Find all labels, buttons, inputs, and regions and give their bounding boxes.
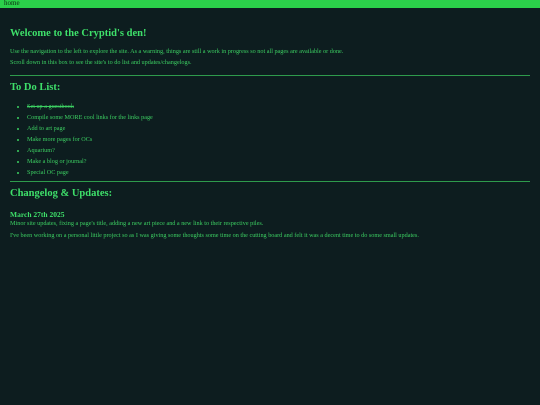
changelog-entry-date: March 27th 2025 [10, 210, 65, 219]
todo-item-label: Special OC page [27, 169, 69, 176]
page-title: Welcome to the Cryptid's den! [10, 28, 147, 39]
todo-item-special-oc: Special OC page [27, 167, 530, 178]
changelog-entry-text: Minor site updates, fixing a page's titl… [10, 220, 264, 227]
todo-item-oc-pages: Make more pages for OCs [27, 134, 530, 145]
todo-item-label: Make a blog or journal? [27, 158, 87, 165]
todo-item-blog: Make a blog or journal? [27, 156, 530, 167]
section-divider [10, 75, 530, 76]
todo-heading: To Do List: [10, 82, 61, 93]
todo-item-label: Compile some MORE cool links for the lin… [27, 114, 153, 121]
changelog-heading: Changelog & Updates: [10, 188, 113, 199]
todo-list: Set up a guestbook Compile some MORE coo… [10, 101, 530, 178]
todo-item-art: Add to art page [27, 123, 530, 134]
section-divider [10, 181, 530, 182]
changelog-entry-text: I've been working on a personal little p… [10, 232, 419, 239]
intro-text-scroll: Scroll down in this box to see the site'… [10, 59, 192, 66]
todo-item-guestbook: Set up a guestbook [27, 101, 530, 112]
todo-item-label: Add to art page [27, 125, 66, 132]
todo-item-label: Aquarium? [27, 147, 55, 154]
home-link[interactable]: home [4, 0, 20, 8]
todo-item-label: Set up a guestbook [27, 103, 74, 110]
intro-text-navigation: Use the navigation to the left to explor… [10, 48, 344, 55]
todo-item-label: Make more pages for OCs [27, 136, 93, 143]
top-nav-bar: home [0, 0, 540, 8]
todo-item-aquarium: Aquarium? [27, 145, 530, 156]
main-content-box[interactable]: Welcome to the Cryptid's den! Use the na… [10, 8, 530, 240]
todo-item-links: Compile some MORE cool links for the lin… [27, 112, 530, 123]
